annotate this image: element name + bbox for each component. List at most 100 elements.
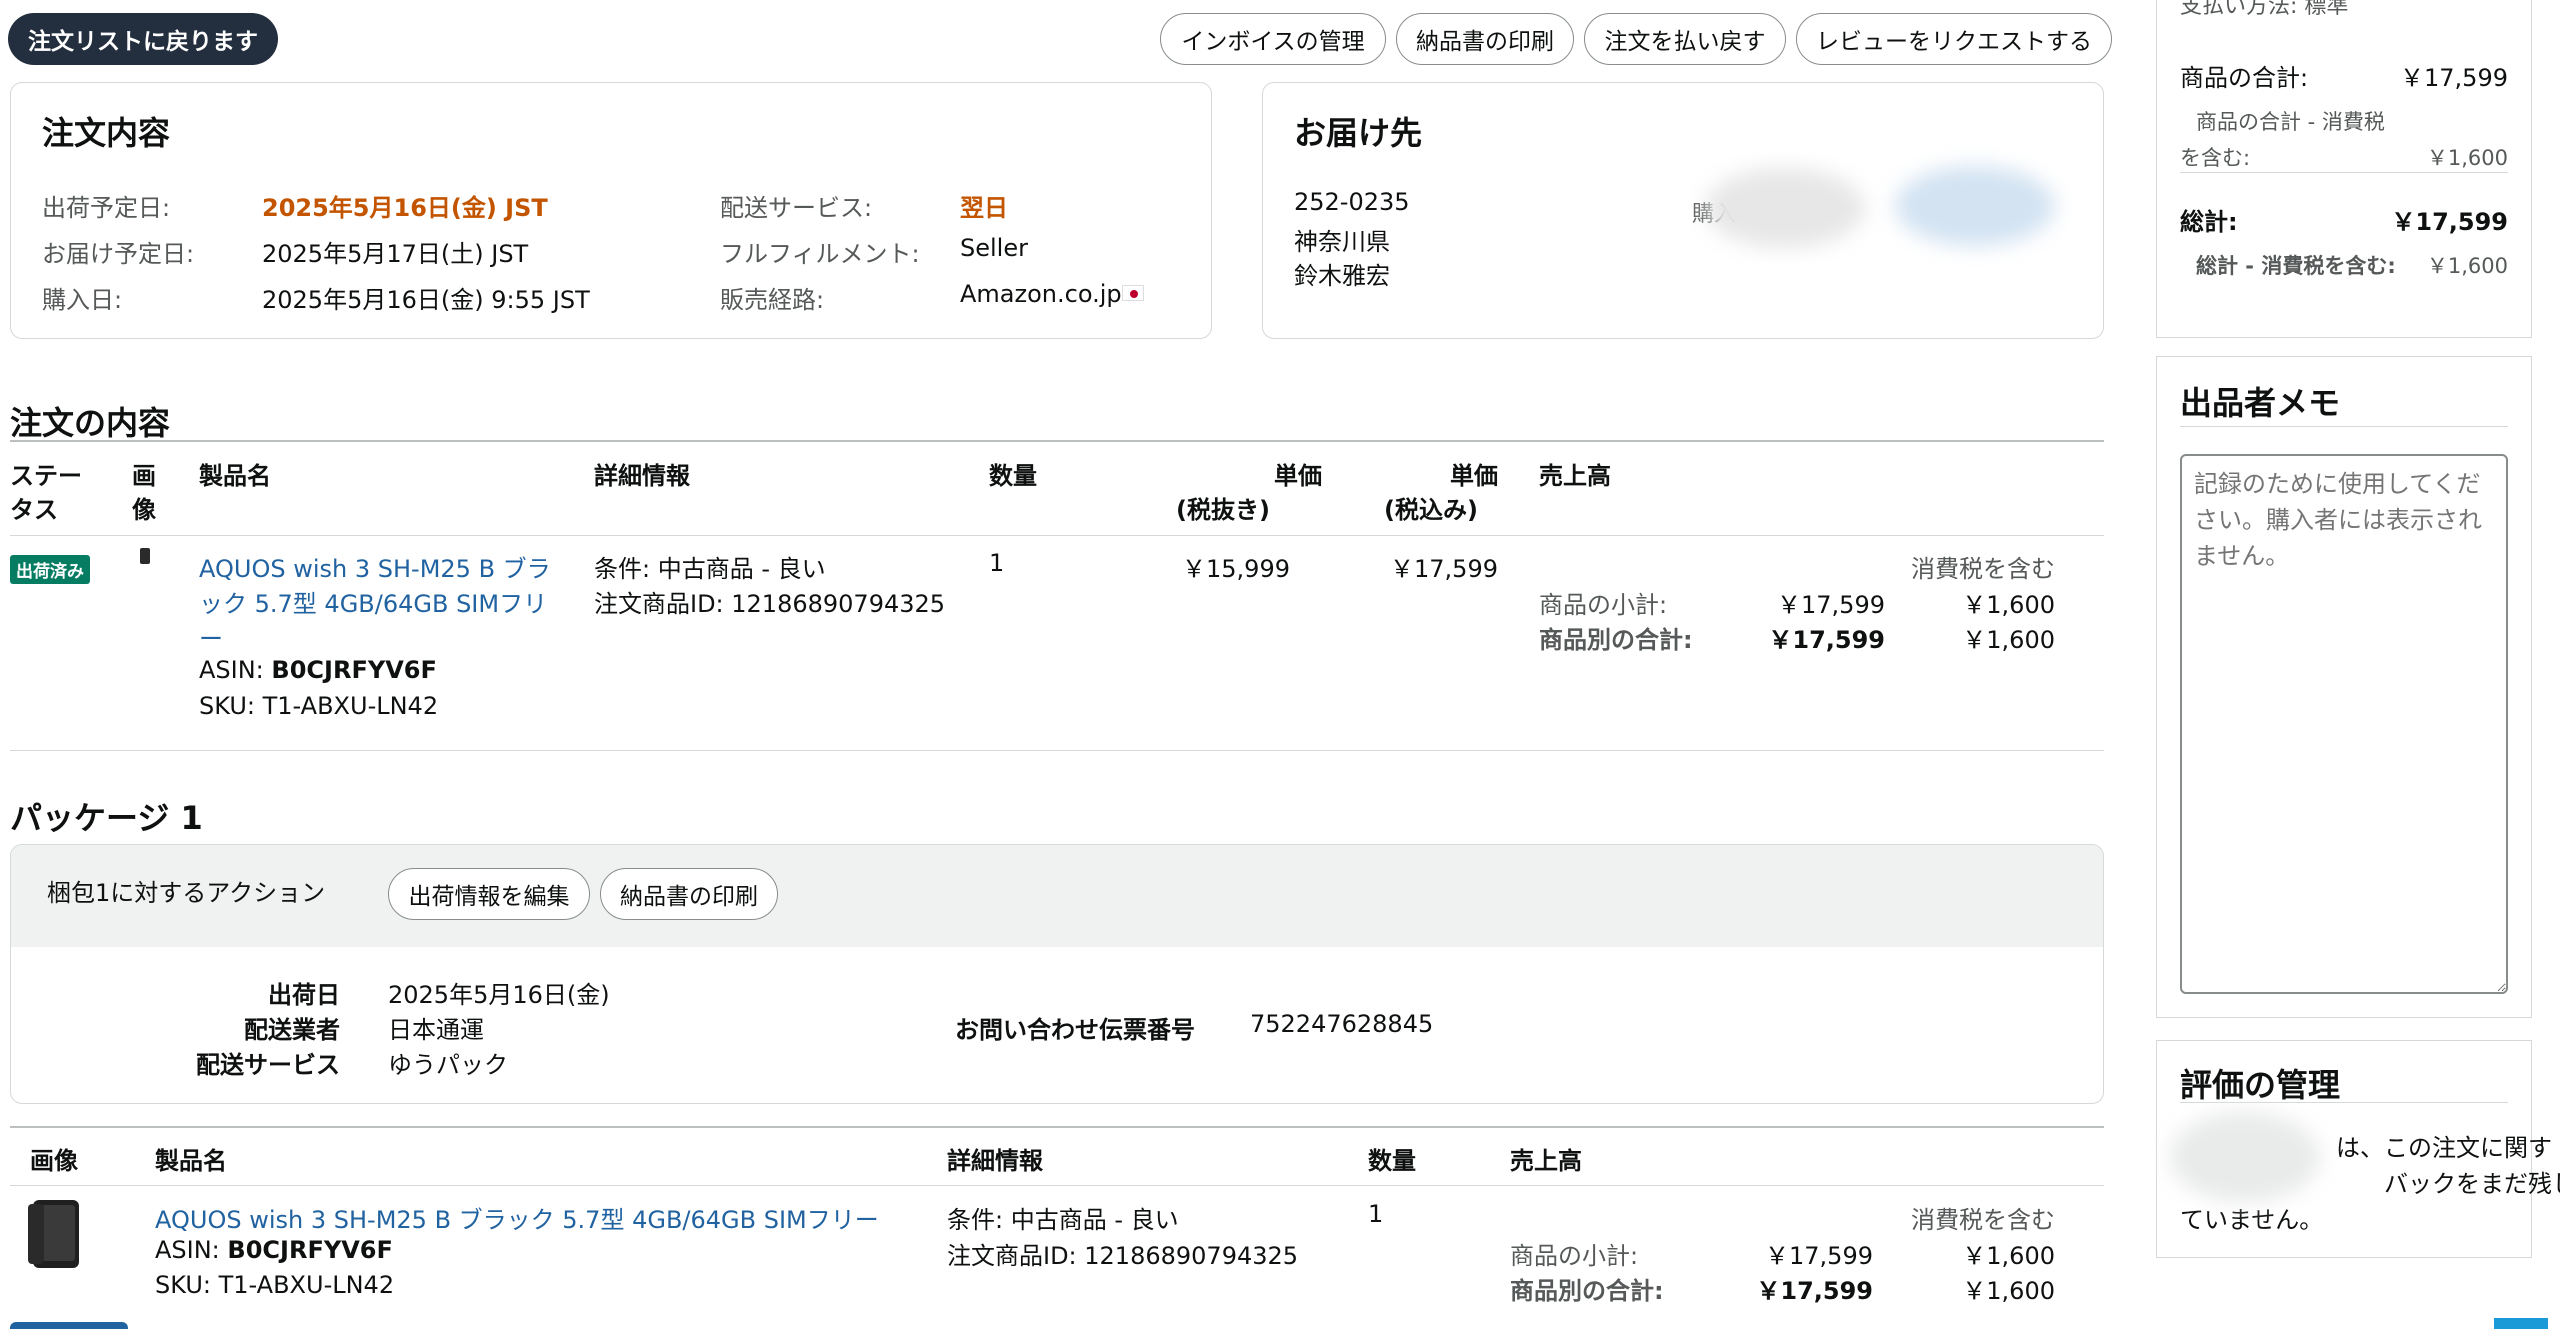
refund-order-button[interactable]: 注文を払い戻す [1584, 13, 1786, 65]
package-carrier-label: 配送業者 [244, 1016, 340, 1044]
subtotal-label: 商品の小計: [1539, 591, 1668, 619]
product-condition: 条件: 中古商品 - 良い [594, 555, 826, 583]
package-subtotal-value: ￥17,599 [1765, 1242, 1873, 1270]
items-tax-value: ￥1,600 [2426, 146, 2508, 170]
package-header-quantity: 数量 [1368, 1147, 1416, 1175]
order-contents-header-divider [10, 535, 2104, 536]
package-tracking-label: お問い合わせ伝票番号 [955, 1016, 1195, 1044]
package-product-asin: ASIN: B0CJRFYV6F [155, 1236, 393, 1264]
purchase-date-value: 2025年5月16日(金) 9:55 JST [262, 286, 590, 314]
item-total-tax: ￥1,600 [1962, 626, 2055, 654]
feedback-title: 評価の管理 [2180, 1066, 2341, 1104]
sales-channel-label: 販売経路: [720, 286, 825, 314]
product-thumbnail-phone[interactable] [28, 1200, 79, 1268]
header-unit-price-in-line1: 単価 [1450, 462, 1498, 490]
corner-chat-widget[interactable] [2494, 1318, 2548, 1329]
package-actions-label: 梱包1に対するアクション [47, 879, 326, 907]
package-ship-date-label: 出荷日 [268, 981, 340, 1009]
package-carrier-value: 日本通運 [388, 1016, 484, 1044]
header-sales: 売上高 [1539, 462, 1611, 490]
product-asin: ASIN: B0CJRFYV6F [199, 656, 437, 684]
feedback-text-line2: バックをまだ残し [2384, 1170, 2560, 1198]
order-item-id: 注文商品ID: 12186890794325 [594, 590, 946, 618]
grand-total-value: ￥17,599 [2391, 208, 2508, 236]
package-tracking-value: 752247628845 [1250, 1010, 1434, 1038]
request-review-button[interactable]: レビューをリクエストする [1796, 13, 2112, 65]
seller-memo-textarea[interactable] [2180, 454, 2508, 994]
back-to-orders-button[interactable]: 注文リストに戻ります [8, 13, 278, 65]
items-total-value: ￥17,599 [2400, 64, 2508, 92]
deliver-by-label: お届け予定日: [42, 240, 195, 268]
package-item-total-tax: ￥1,600 [1962, 1277, 2055, 1305]
package-print-slip-label: 納品書の印刷 [620, 884, 758, 910]
product-name-link-line2[interactable]: ック 5.7型 4GB/64GB SIMフリ [199, 584, 547, 619]
header-quantity: 数量 [989, 462, 1037, 490]
package-product-name-link[interactable]: AQUOS wish 3 SH-M25 B ブラック 5.7型 4GB/64GB… [155, 1200, 879, 1235]
package-table-header-divider [10, 1185, 2104, 1186]
subtotal-value: ￥17,599 [1777, 591, 1885, 619]
print-packing-slip-button[interactable]: 納品書の印刷 [1396, 13, 1574, 65]
refund-order-label: 注文を払い戻す [1604, 29, 1766, 55]
header-unit-price-in-line2: (税込み) [1384, 496, 1478, 524]
package-product-condition: 条件: 中古商品 - 良い [947, 1206, 1179, 1234]
payment-method-partial: 支払い方法: 標準 [2180, 0, 2349, 19]
header-status-line1: ステー [10, 462, 82, 490]
header-details: 詳細情報 [594, 462, 690, 490]
item-total-label: 商品別の合計: [1539, 626, 1693, 654]
shipping-service-label: 配送サービス: [720, 194, 873, 222]
package-item-total-label: 商品別の合計: [1510, 1277, 1664, 1305]
order-contents-title: 注文の内容 [10, 404, 171, 442]
header-product: 製品名 [199, 462, 271, 490]
header-unit-price-ex-line2: (税抜き) [1176, 496, 1270, 524]
items-total-label: 商品の合計: [2180, 64, 2309, 92]
fulfillment-value: Seller [960, 234, 1028, 262]
header-status-line2: タス [10, 496, 58, 524]
order-details-title: 注文内容 [42, 114, 171, 152]
back-to-orders-label: 注文リストに戻ります [28, 29, 258, 55]
package-tax-included-label: 消費税を含む [1911, 1206, 2055, 1234]
package-service-label: 配送サービス [196, 1051, 340, 1079]
redacted-buyer-name [1705, 168, 1865, 248]
package-header-details: 詳細情報 [947, 1147, 1043, 1175]
header-image-line1: 画 [132, 462, 156, 490]
feedback-text-line1: は、この注文に関す [2336, 1134, 2552, 1162]
redacted-buyer-feedback-name [2170, 1112, 2320, 1202]
package-header-image: 画像 [30, 1147, 78, 1175]
summary-divider [2180, 172, 2508, 173]
package-header-product: 製品名 [155, 1147, 227, 1175]
tax-included-label: 消費税を含む [1911, 555, 2055, 583]
product-name-link-line3[interactable]: ー [199, 619, 223, 654]
package-order-item-id: 注文商品ID: 12186890794325 [947, 1242, 1299, 1270]
items-tax-label-line1: 商品の合計 - 消費税 [2196, 110, 2385, 134]
feedback-text-line3: ていません。 [2180, 1206, 2324, 1234]
partial-action-button[interactable] [10, 1322, 128, 1329]
package-item-total-value: ￥17,599 [1756, 1277, 1873, 1305]
product-thumbnail-small[interactable] [140, 548, 150, 564]
package-print-slip-button[interactable]: 納品書の印刷 [600, 868, 778, 920]
seller-memo-title: 出品者メモ [2180, 384, 2341, 422]
package-subtotal-tax: ￥1,600 [1962, 1242, 2055, 1270]
request-review-label: レビューをリクエストする [1816, 29, 2092, 55]
product-name-link-line1[interactable]: AQUOS wish 3 SH-M25 B ブラ [199, 549, 551, 584]
edit-shipment-button[interactable]: 出荷情報を編集 [388, 868, 590, 920]
order-contents-bottom-divider [10, 750, 2104, 751]
package-ship-date-value: 2025年5月16日(金) [388, 981, 610, 1009]
package-product-sku: SKU: T1-ABXU-LN42 [155, 1271, 395, 1299]
ship-to-name: 鈴木雅宏 [1294, 262, 1390, 290]
feedback-divider [2180, 1102, 2508, 1103]
subtotal-tax: ￥1,600 [1962, 591, 2055, 619]
status-badge-shipped: 出荷済み [10, 555, 90, 584]
package-title: パッケージ 1 [10, 799, 203, 837]
item-total-value: ￥17,599 [1768, 626, 1885, 654]
package-header-sales: 売上高 [1510, 1147, 1582, 1175]
ship-to-prefecture: 神奈川県 [1294, 228, 1390, 256]
japan-flag-icon [1122, 285, 1144, 301]
ship-by-label: 出荷予定日: [42, 194, 171, 222]
manage-invoice-button[interactable]: インボイスの管理 [1160, 13, 1386, 65]
print-packing-slip-label: 納品書の印刷 [1416, 29, 1554, 55]
edit-shipment-label: 出荷情報を編集 [408, 884, 570, 910]
purchase-date-label: 購入日: [42, 286, 123, 314]
grand-tax-value: ￥1,600 [2426, 254, 2508, 278]
package-service-value: ゆうパック [388, 1051, 508, 1079]
sales-channel-value: Amazon.co.jp [960, 280, 1122, 308]
